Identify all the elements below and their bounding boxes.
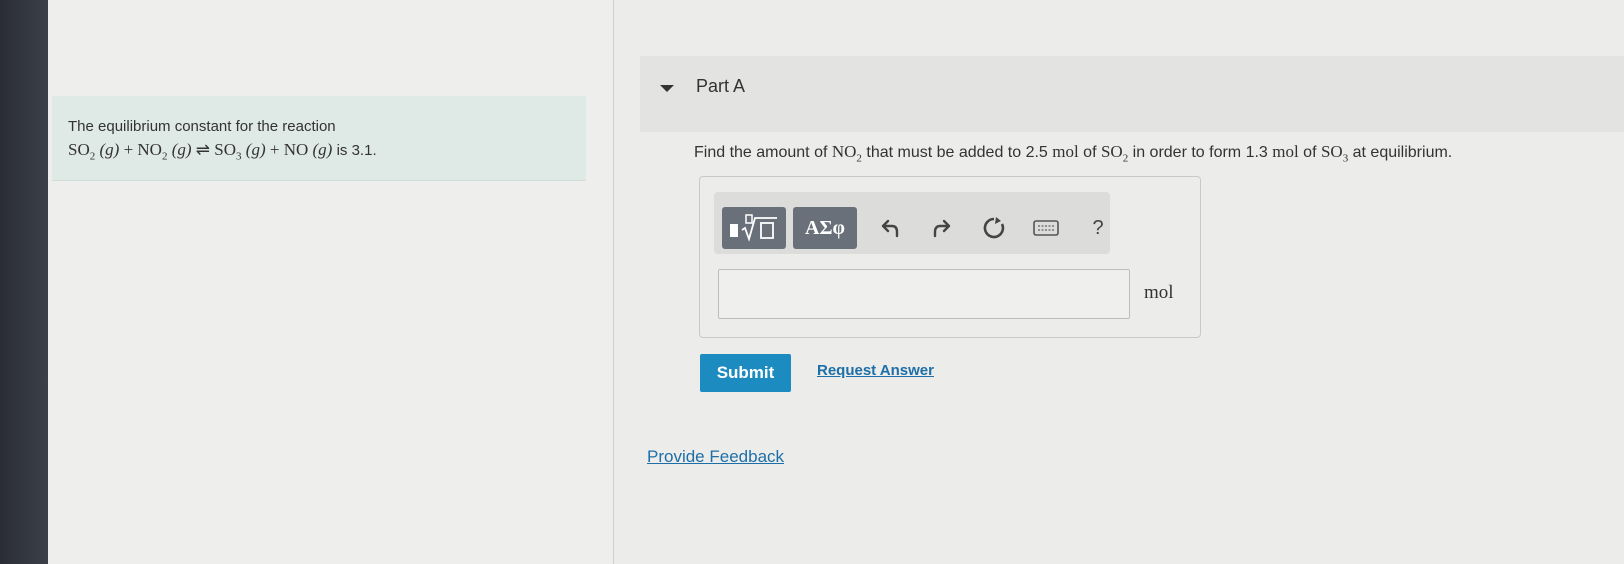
formula-so2: SO2 [1100,142,1128,164]
question-fragment: that must be added to 2.5 [861,144,1053,161]
redo-icon[interactable] [924,207,960,249]
answer-input[interactable] [718,269,1130,319]
formula-text: NO [831,142,857,161]
phase-label: (g) [99,140,120,159]
answer-unit: mol [1144,282,1174,303]
formula-sub: 2 [161,150,168,163]
templates-icon [730,214,777,242]
request-answer-link[interactable]: Request Answer [817,362,934,379]
question-fragment: of [1298,144,1321,161]
question-text: Find the amount of NO2 that must be adde… [694,142,1452,164]
templates-button[interactable] [722,207,786,249]
question-fragment: in order to form 1.3 [1128,144,1273,161]
reaction-equation: SO2 (g) + NO2 (g) ⇌ SO3 (g) + NO (g) is … [68,140,377,162]
unit-mol: mol [1272,142,1299,161]
undo-icon[interactable] [872,207,908,249]
plus-sign: + [123,140,134,159]
phase-label: (g) [245,140,266,159]
formula-so3: SO [214,140,237,159]
phase-label: (g) [312,140,333,159]
intro-tail: is 3.1. [336,142,377,159]
formula-no2: NO [137,140,162,159]
unit-mol: mol [1052,142,1079,161]
window-edge [0,0,48,564]
collapse-caret-icon[interactable] [660,85,674,92]
intro-text: The equilibrium constant for the reactio… [68,118,336,135]
reset-icon[interactable] [976,207,1012,249]
math-toolbar: ΑΣφ ? [714,192,1110,254]
question-fragment: Find the amount of [694,144,832,161]
formula-text: SO [1100,142,1123,161]
formula-no2: NO2 [831,142,862,164]
part-a-header[interactable]: Part A [640,56,1624,132]
formula-text: SO [1320,142,1343,161]
equilibrium-arrow-icon: ⇌ [195,140,211,159]
formula-no: NO [283,140,309,159]
part-a-title: Part A [696,76,746,96]
phase-label: (g) [171,140,192,159]
help-button[interactable]: ? [1080,207,1116,249]
formula-so2: SO [68,140,90,159]
plus-sign: + [269,140,280,159]
keyboard-icon[interactable] [1028,207,1064,249]
reaction-formula: SO2 (g) + NO2 (g) ⇌ SO3 (g) + NO (g) [68,140,337,163]
problem-intro: The equilibrium constant for the reactio… [52,96,586,181]
formula-sub: 2 [89,150,96,163]
formula-sub: 3 [236,150,242,163]
submit-button[interactable]: Submit [700,354,791,392]
question-fragment: at equilibrium. [1348,144,1453,161]
greek-symbols-button[interactable]: ΑΣφ [793,207,857,249]
formula-so3: SO3 [1320,142,1348,164]
problem-intro-pane [48,0,613,564]
answer-panel: ΑΣφ ? mol [699,176,1201,338]
question-fragment: of [1078,144,1101,161]
provide-feedback-link[interactable]: Provide Feedback [647,447,784,467]
